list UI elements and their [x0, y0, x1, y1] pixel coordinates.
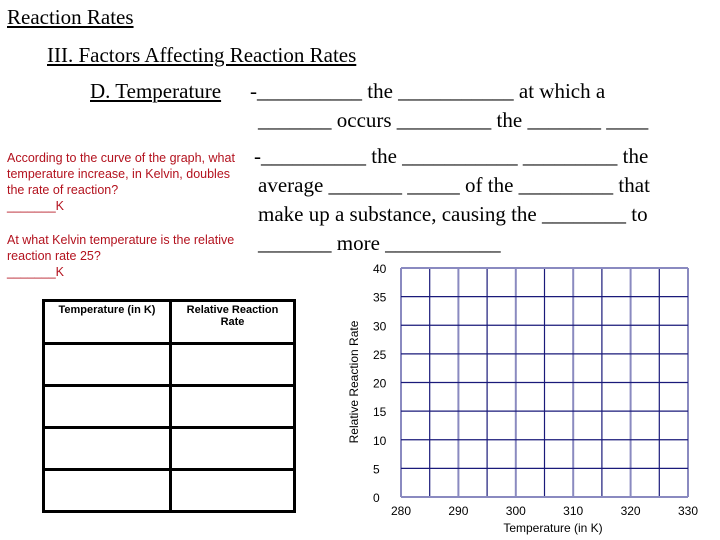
x-tick-label: 320	[621, 504, 641, 518]
x-tick-label: 280	[391, 504, 411, 518]
x-tick-label: 300	[506, 504, 526, 518]
y-tick-label: 35	[373, 291, 387, 305]
x-tick-label: 310	[563, 504, 583, 518]
y-tick-label: 40	[373, 262, 387, 276]
y-axis-label: Relative Reaction Rate	[347, 320, 361, 443]
x-axis-label: Temperature (in K)	[503, 521, 602, 535]
y-tick-label: 20	[373, 377, 387, 391]
x-tick-label: 290	[448, 504, 468, 518]
y-tick-label: 5	[373, 462, 380, 476]
y-tick-label: 25	[373, 348, 387, 362]
y-tick-label: 30	[373, 319, 387, 333]
y-tick-label: 15	[373, 405, 387, 419]
x-tick-label: 330	[678, 504, 698, 518]
y-tick-label: 10	[373, 434, 387, 448]
graph-grid-chart: 0 5 10 15 20 25 30 35 40 280 290 300 310 320 330 Rela…	[347, 262, 698, 535]
y-tick-label: 0	[373, 491, 380, 505]
